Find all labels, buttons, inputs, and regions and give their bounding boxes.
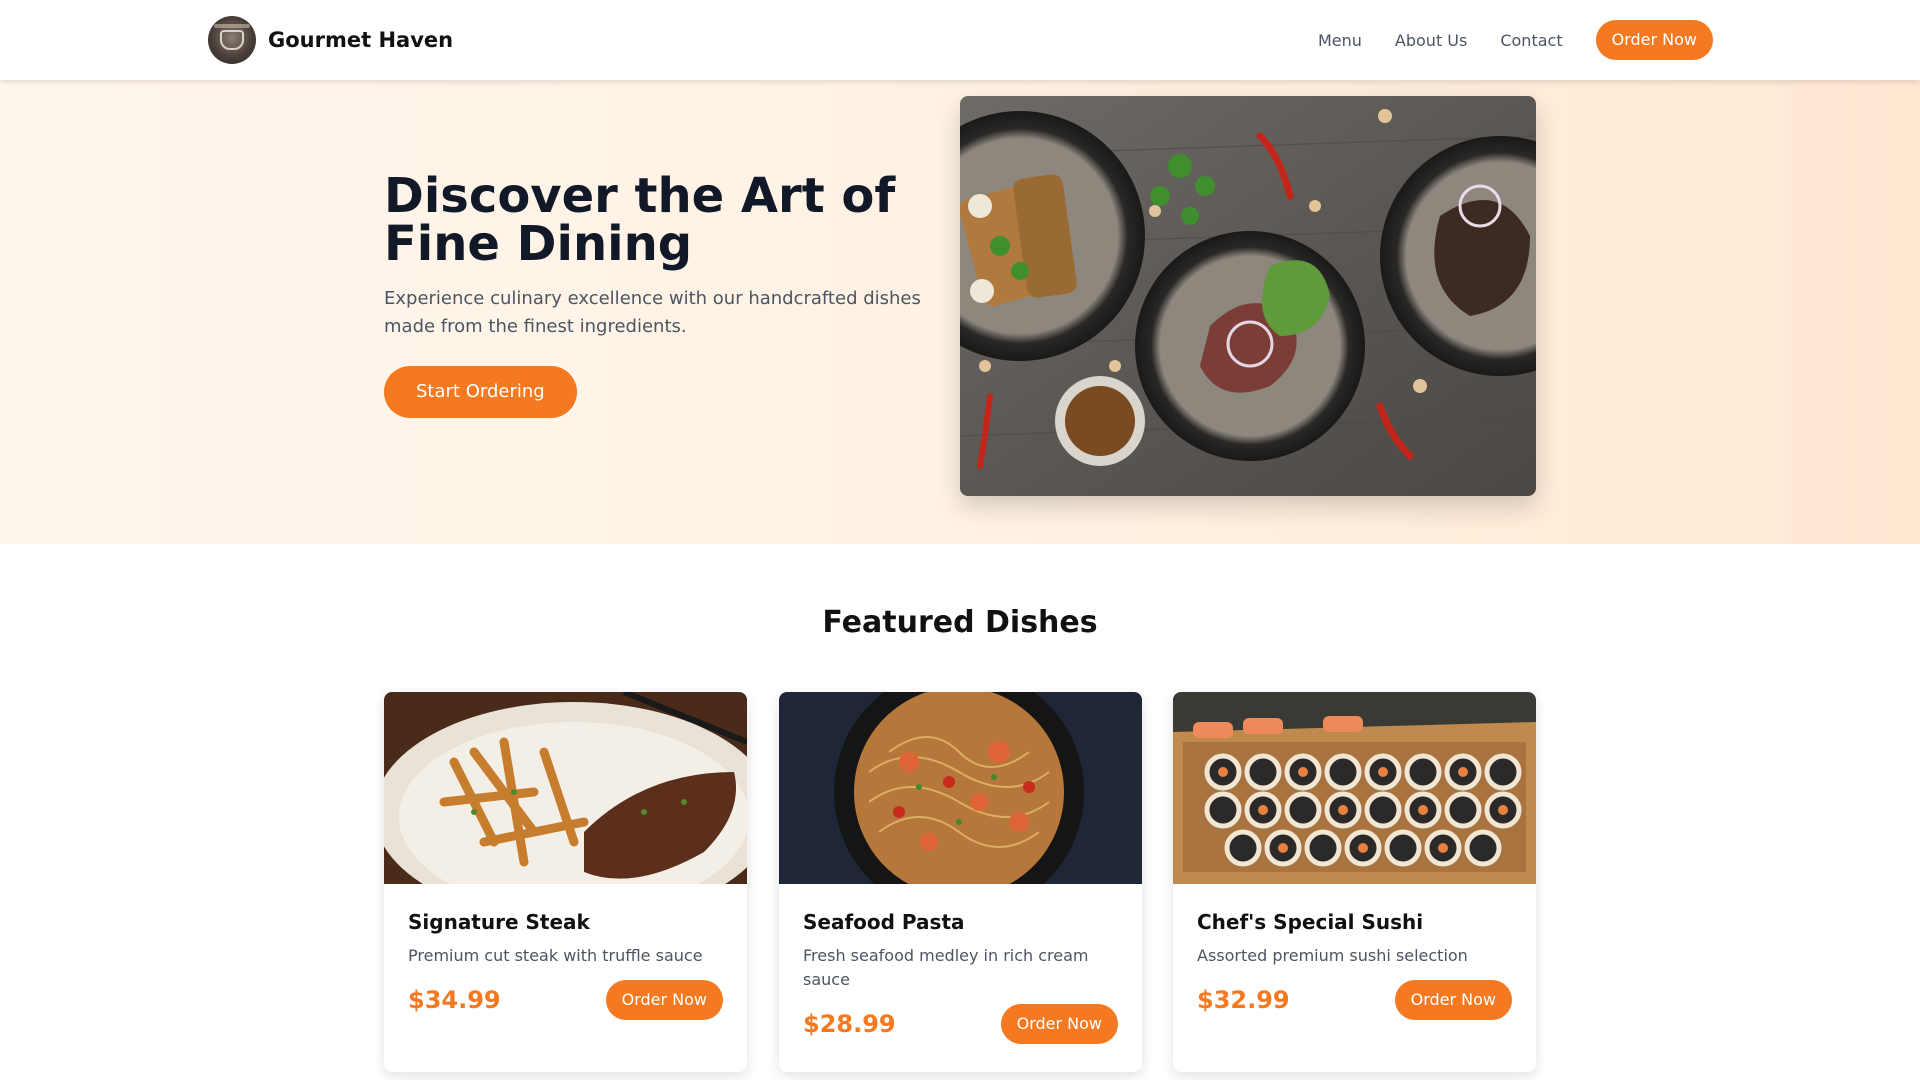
start-ordering-button[interactable]: Start Ordering: [384, 366, 577, 418]
nav-link-about-us[interactable]: About Us: [1395, 31, 1467, 50]
header-order-now-button[interactable]: Order Now: [1595, 20, 1713, 60]
dish-card-signature-steak: Signature Steak Premium cut steak with t…: [384, 692, 747, 1072]
order-now-button[interactable]: Order Now: [1394, 980, 1512, 1020]
dish-description: Premium cut steak with truffle sauce: [408, 946, 703, 965]
hero-section: Discover the Art of Fine Dining Experien…: [0, 80, 1920, 544]
brand[interactable]: Gourmet Haven: [208, 16, 453, 64]
order-now-button[interactable]: Order Now: [1000, 1004, 1118, 1044]
main-nav: Menu About Us Contact Order Now: [1318, 20, 1713, 60]
featured-dishes-title: Featured Dishes: [822, 605, 1098, 640]
pasta-image: [779, 692, 1142, 884]
dish-card-chefs-special-sushi: Chef's Special Sushi Assorted premium su…: [1173, 692, 1536, 1072]
nav-link-menu[interactable]: Menu: [1318, 31, 1362, 50]
dish-price: $28.99: [803, 1010, 896, 1038]
nav-link-contact[interactable]: Contact: [1500, 31, 1562, 50]
sushi-image: [1173, 692, 1536, 884]
hero-subtitle: Experience culinary excellence with our …: [384, 288, 921, 337]
dish-description: Fresh seafood medley in rich cream sauce: [803, 946, 1089, 989]
dish-price: $32.99: [1197, 986, 1290, 1014]
dish-name: Chef's Special Sushi: [1197, 910, 1424, 934]
restaurant-logo: [208, 16, 256, 64]
dish-card-seafood-pasta: Seafood Pasta Fresh seafood medley in ri…: [779, 692, 1142, 1072]
steak-image: [384, 692, 747, 884]
dish-name: Seafood Pasta: [803, 910, 965, 934]
brand-name: Gourmet Haven: [268, 28, 454, 52]
dish-description: Assorted premium sushi selection: [1197, 946, 1468, 965]
hero-food-image: [960, 96, 1536, 496]
order-now-button[interactable]: Order Now: [605, 980, 723, 1020]
dish-price: $34.99: [408, 986, 501, 1014]
site-header: Gourmet Haven Menu About Us Contact Orde…: [0, 0, 1920, 80]
hero-title: Discover the Art of Fine Dining: [384, 168, 896, 272]
dish-name: Signature Steak: [408, 910, 590, 934]
